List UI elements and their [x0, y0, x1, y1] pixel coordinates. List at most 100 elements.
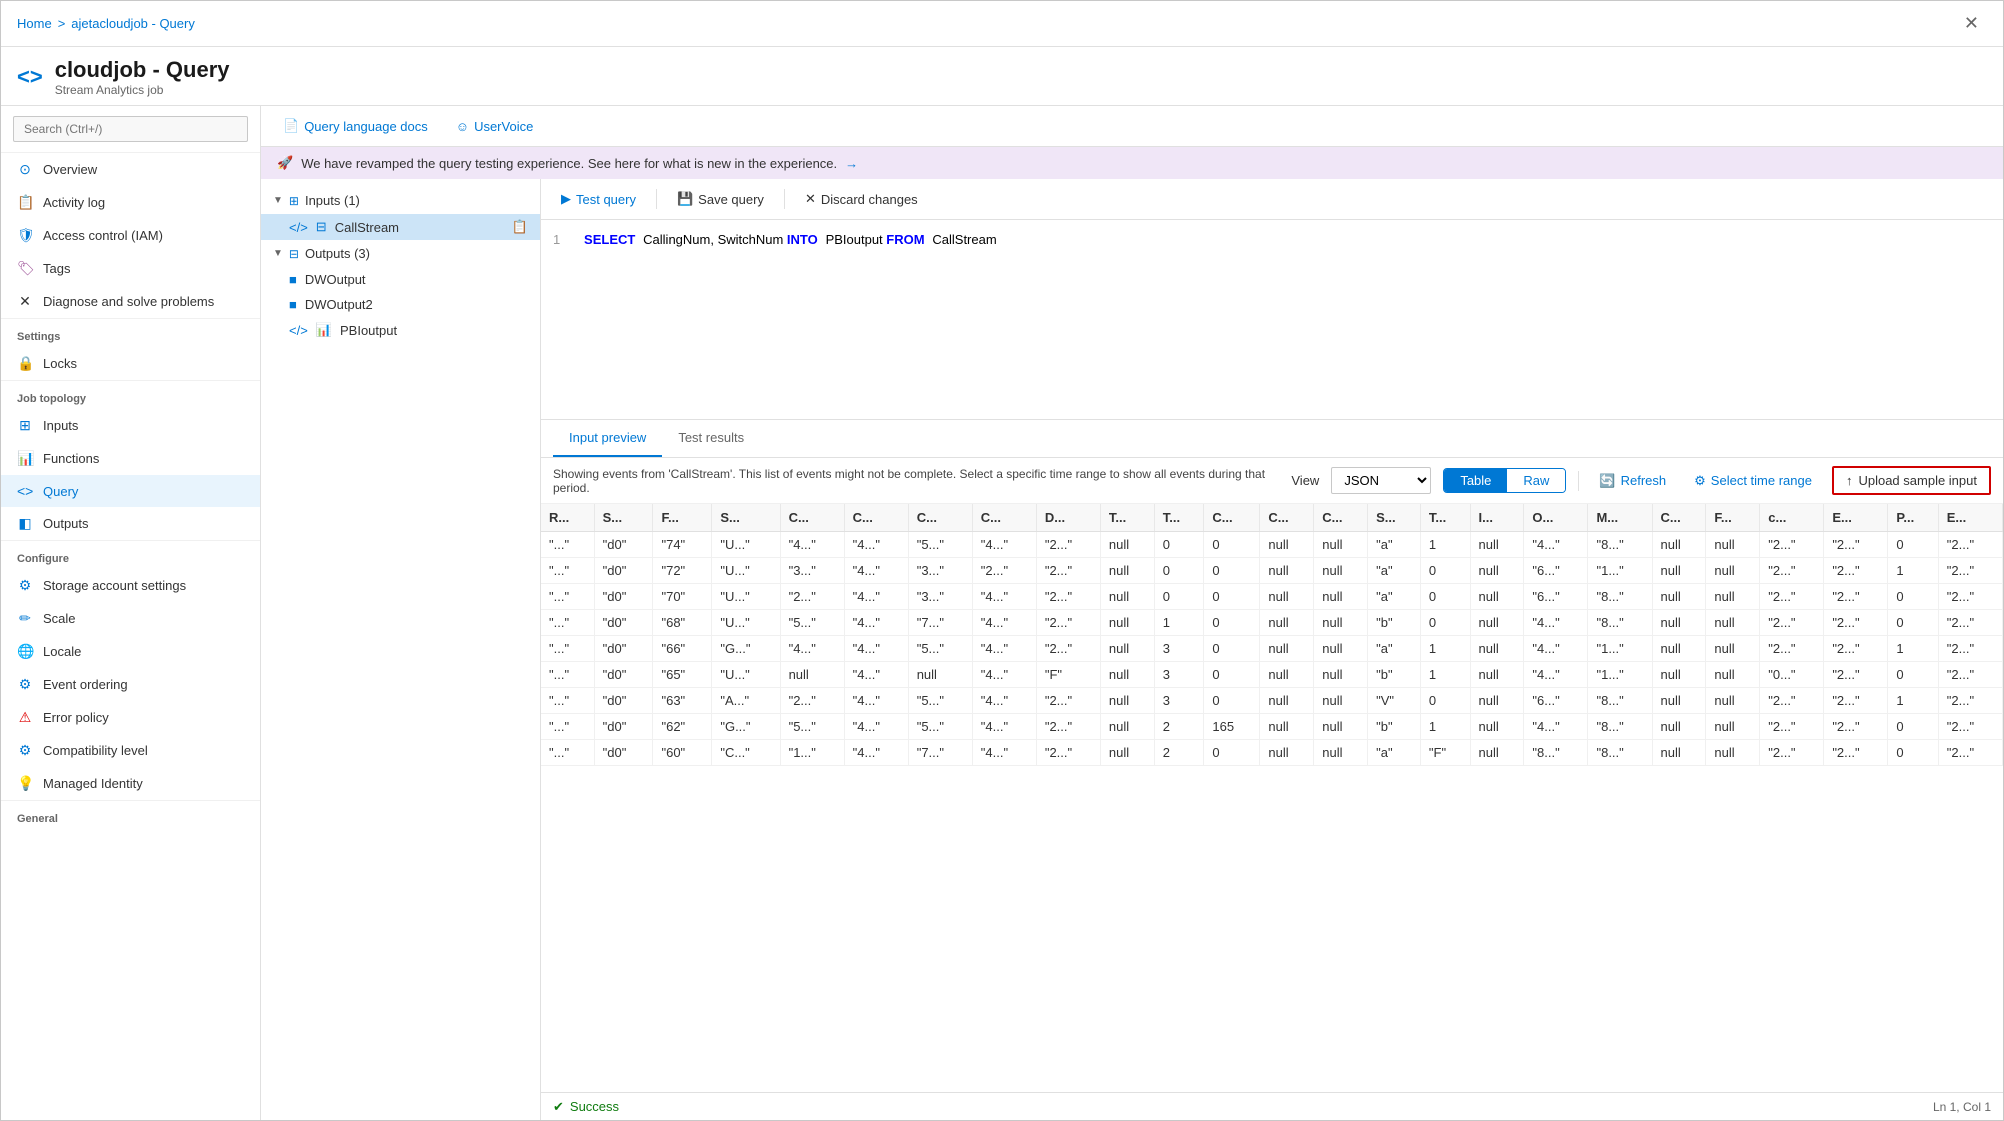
sidebar-item-outputs[interactable]: ◧ Outputs: [1, 507, 260, 540]
sidebar-item-diagnose[interactable]: ✕ Diagnose and solve problems: [1, 285, 260, 318]
user-voice-button[interactable]: ☺ UserVoice: [450, 115, 540, 138]
table-cell-6-6: "5...": [908, 688, 972, 714]
col-header-21: c...: [1760, 504, 1824, 532]
table-cell-4-1: "d0": [594, 636, 653, 662]
banner-arrow[interactable]: →: [845, 156, 858, 171]
table-cell-5-16: null: [1470, 662, 1524, 688]
table-cell-7-13: null: [1314, 714, 1368, 740]
sidebar-item-locks[interactable]: 🔒 Locks: [1, 347, 260, 380]
status-bar: ✔ Success Ln 1, Col 1: [541, 1092, 2003, 1120]
table-toggle-button[interactable]: Table: [1444, 469, 1507, 492]
table-cell-1-7: "2...": [972, 558, 1036, 584]
inputs-tree-header[interactable]: ▼ ⊞ Inputs (1): [261, 187, 540, 214]
tree-item-dwoutput2[interactable]: ■ DWOutput2: [261, 292, 540, 317]
table-cell-6-4: "2...": [780, 688, 844, 714]
table-cell-1-18: "1...": [1588, 558, 1652, 584]
sidebar-item-access-control[interactable]: 🛡 Access control (IAM): [1, 219, 260, 252]
table-cell-7-19: null: [1652, 714, 1706, 740]
page-subtitle: Stream Analytics job: [55, 83, 230, 97]
sidebar-item-compatibility[interactable]: ⚙ Compatibility level: [1, 734, 260, 767]
tree-item-callstream[interactable]: </> ⊟ CallStream 📋: [261, 214, 540, 240]
table-cell-5-4: null: [780, 662, 844, 688]
table-cell-6-13: null: [1314, 688, 1368, 714]
sidebar-item-tags[interactable]: 🏷 Tags: [1, 252, 260, 285]
outputs-chevron-icon: ▼: [273, 248, 283, 259]
table-cell-5-11: 0: [1204, 662, 1260, 688]
code-editor[interactable]: 1 SELECT CallingNum, SwitchNum INTO PBIo…: [541, 220, 2003, 420]
col-header-5: C...: [844, 504, 908, 532]
sidebar-item-query[interactable]: <> Query: [1, 475, 260, 507]
search-input[interactable]: [13, 116, 248, 142]
code-output: PBIoutput: [826, 232, 887, 247]
title-area: <> cloudjob - Query Stream Analytics job: [1, 47, 2003, 106]
sidebar-item-label: Diagnose and solve problems: [43, 294, 214, 309]
upload-sample-button[interactable]: ↑ Upload sample input: [1832, 466, 1991, 495]
sidebar-item-managed-identity[interactable]: 💡 Managed Identity: [1, 767, 260, 800]
sidebar-search-container: [1, 106, 260, 153]
refresh-button[interactable]: 🔄 Refresh: [1591, 469, 1674, 493]
close-button[interactable]: ✕: [1956, 9, 1987, 38]
col-header-23: P...: [1888, 504, 1938, 532]
table-cell-6-15: 0: [1420, 688, 1470, 714]
outputs-tree-header[interactable]: ▼ ⊟ Outputs (3): [261, 240, 540, 267]
save-query-button[interactable]: 💾 Save query: [669, 187, 772, 211]
col-header-15: T...: [1420, 504, 1470, 532]
sidebar-item-storage-account[interactable]: ⚙ Storage account settings: [1, 569, 260, 602]
code-toolbar: ▶ Test query 💾 Save query ✕ Discard chan…: [541, 179, 2003, 220]
sidebar-item-label: Managed Identity: [43, 776, 143, 791]
table-cell-4-16: null: [1470, 636, 1524, 662]
table-cell-7-2: "62": [653, 714, 712, 740]
raw-toggle-button[interactable]: Raw: [1507, 469, 1565, 492]
sidebar-item-scale[interactable]: ✏ Scale: [1, 602, 260, 635]
sidebar-item-label: Query: [43, 484, 78, 499]
table-cell-6-9: null: [1100, 688, 1154, 714]
inputs-tree-icon: ⊞: [289, 194, 299, 208]
user-voice-icon: ☺: [456, 119, 469, 134]
table-cell-6-14: "V": [1368, 688, 1421, 714]
keyword-from: FROM: [886, 232, 924, 247]
table-row: "...""d0""72""U...""3...""4...""3...""2.…: [541, 558, 2003, 584]
tree-item-pbioutput[interactable]: </> 📊 PBIoutput: [261, 317, 540, 343]
tab-input-preview[interactable]: Input preview: [553, 420, 662, 457]
sidebar-item-inputs[interactable]: ⊞ Inputs: [1, 409, 260, 442]
col-header-22: E...: [1824, 504, 1888, 532]
view-select[interactable]: JSON CSV Table: [1331, 467, 1431, 494]
query-docs-button[interactable]: 📄 Query language docs: [277, 114, 434, 138]
table-cell-8-20: null: [1706, 740, 1760, 766]
notification-banner: 🚀 We have revamped the query testing exp…: [261, 147, 2003, 179]
table-cell-5-24: "2...": [1938, 662, 2002, 688]
table-cell-1-23: 1: [1888, 558, 1938, 584]
table-cell-2-8: "2...": [1036, 584, 1100, 610]
table-cell-3-1: "d0": [594, 610, 653, 636]
table-cell-6-17: "6...": [1524, 688, 1588, 714]
table-cell-4-4: "4...": [780, 636, 844, 662]
sidebar-item-error-policy[interactable]: ⚠ Error policy: [1, 701, 260, 734]
test-query-button[interactable]: ▶ Test query: [553, 187, 644, 211]
select-time-button[interactable]: ⚙ Select time range: [1686, 469, 1820, 493]
table-cell-2-14: "a": [1368, 584, 1421, 610]
sidebar-item-functions[interactable]: 📊 Functions: [1, 442, 260, 475]
col-header-14: S...: [1368, 504, 1421, 532]
table-cell-8-2: "60": [653, 740, 712, 766]
sidebar-item-overview[interactable]: ⊙ Overview: [1, 153, 260, 186]
table-cell-5-22: "2...": [1824, 662, 1888, 688]
sidebar-item-locale[interactable]: 🌐 Locale: [1, 635, 260, 668]
table-cell-8-19: null: [1652, 740, 1706, 766]
col-header-13: C...: [1314, 504, 1368, 532]
table-cell-0-23: 0: [1888, 532, 1938, 558]
table-cell-7-0: "...": [541, 714, 594, 740]
sidebar-item-event-ordering[interactable]: ⚙ Event ordering: [1, 668, 260, 701]
table-cell-6-11: 0: [1204, 688, 1260, 714]
sidebar-item-activity-log[interactable]: 📋 Activity log: [1, 186, 260, 219]
table-cell-3-21: "2...": [1760, 610, 1824, 636]
breadcrumb-home[interactable]: Home: [17, 16, 52, 31]
table-cell-8-23: 0: [1888, 740, 1938, 766]
table-cell-7-22: "2...": [1824, 714, 1888, 740]
tree-item-dwoutput[interactable]: ■ DWOutput: [261, 267, 540, 292]
table-cell-3-2: "68": [653, 610, 712, 636]
tab-test-results[interactable]: Test results: [662, 420, 760, 457]
table-cell-2-17: "6...": [1524, 584, 1588, 610]
sidebar-item-label: Locale: [43, 644, 81, 659]
dwoutput-label: DWOutput: [305, 272, 366, 287]
discard-changes-button[interactable]: ✕ Discard changes: [797, 187, 926, 211]
